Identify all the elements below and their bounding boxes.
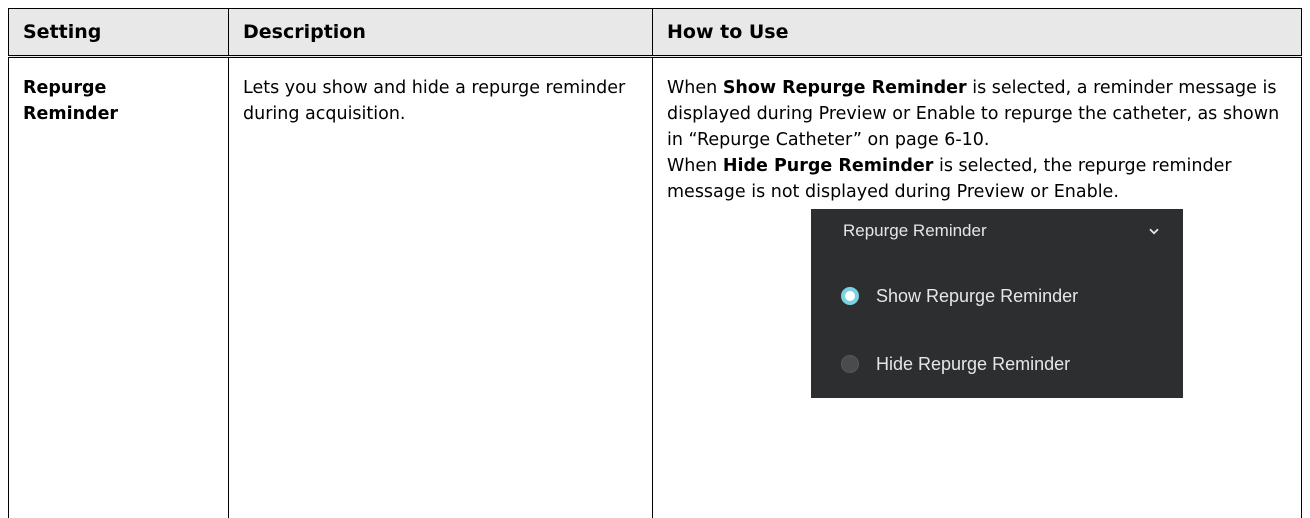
show-para-pre: When — [667, 78, 723, 98]
repurge-reminder-dropdown[interactable]: Repurge Reminder — [843, 219, 1159, 243]
header-description: Description — [229, 9, 653, 57]
setting-name: Repurge Reminder — [23, 75, 214, 127]
table-header-row: Setting Description How to Use — [9, 9, 1302, 57]
how-to-use-show-paragraph: When Show Repurge Reminder is selected, … — [667, 75, 1287, 153]
show-para-bold: Show Repurge Reminder — [723, 78, 967, 98]
settings-table: Setting Description How to Use Repurge R… — [8, 8, 1302, 518]
description-cell: Lets you show and hide a repurge reminde… — [229, 57, 653, 518]
header-setting: Setting — [9, 9, 229, 57]
how-to-use-cell: When Show Repurge Reminder is selected, … — [653, 57, 1302, 518]
description-text: Lets you show and hide a repurge reminde… — [243, 78, 625, 124]
radio-unselected-icon[interactable] — [841, 355, 859, 373]
show-repurge-reminder-option[interactable]: Show Repurge Reminder — [841, 283, 1078, 309]
setting-cell: Repurge Reminder — [9, 57, 229, 518]
table-row: Repurge Reminder Lets you show and hide … — [9, 57, 1302, 518]
hide-repurge-reminder-option[interactable]: Hide Repurge Reminder — [841, 351, 1070, 377]
setting-name-line1: Repurge — [23, 78, 106, 98]
chevron-down-icon-svg — [1149, 228, 1159, 235]
repurge-reminder-panel-screenshot: Repurge Reminder Show Repurge Reminder — [811, 209, 1183, 398]
setting-name-line2: Reminder — [23, 104, 118, 124]
panel-title: Repurge Reminder — [843, 218, 987, 244]
how-to-use-hide-paragraph: When Hide Purge Reminder is selected, th… — [667, 153, 1287, 205]
hide-para-bold: Hide Purge Reminder — [723, 156, 934, 176]
header-how-to-use: How to Use — [653, 9, 1302, 57]
chevron-down-icon[interactable] — [1149, 218, 1159, 244]
hide-para-pre: When — [667, 156, 723, 176]
hide-option-label: Hide Repurge Reminder — [876, 351, 1070, 377]
radio-selected-icon[interactable] — [841, 287, 859, 305]
show-option-label: Show Repurge Reminder — [876, 283, 1078, 309]
